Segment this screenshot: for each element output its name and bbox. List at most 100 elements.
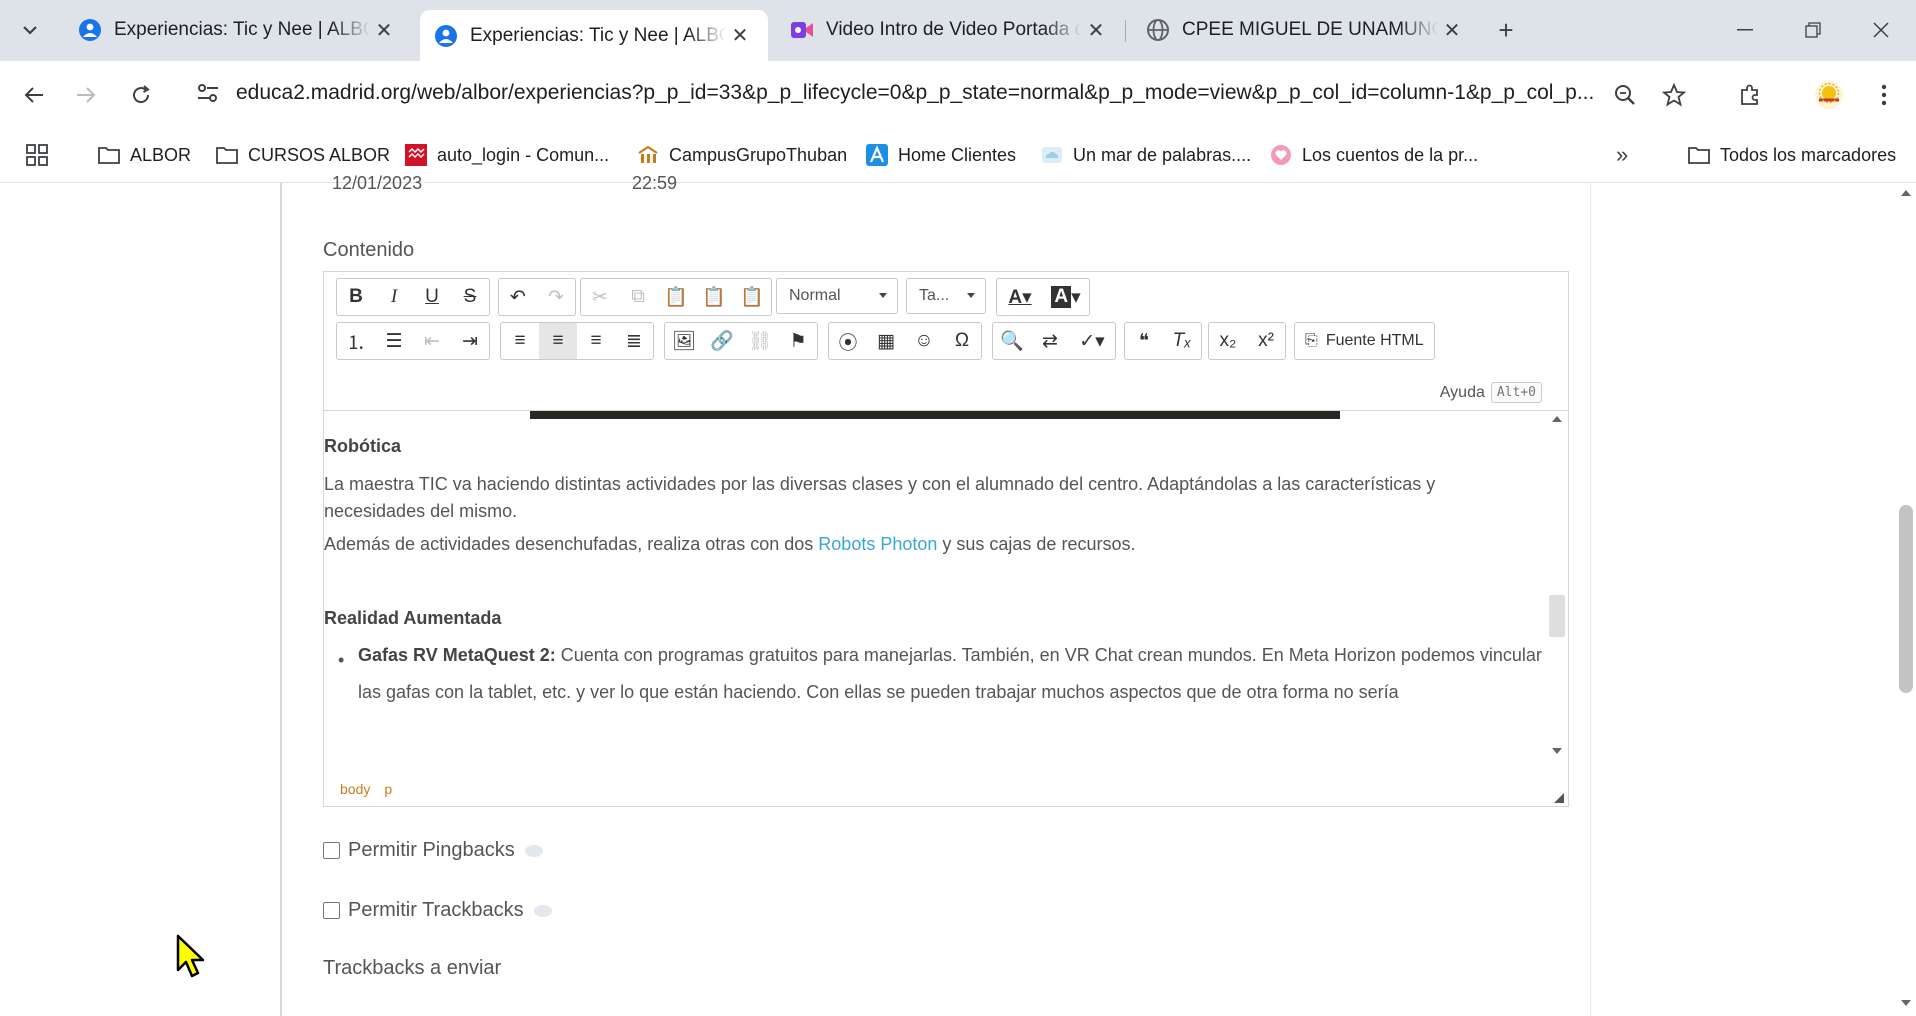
pingbacks-checkbox[interactable] (323, 842, 340, 859)
url-text[interactable]: educa2.madrid.org/web/albor/experiencias… (236, 81, 1616, 105)
special-char-omega-icon[interactable]: Ω (943, 323, 981, 359)
text-color-icon[interactable]: A▾ (997, 279, 1043, 315)
all-bookmarks-folder[interactable]: Todos los marcadores (1688, 139, 1896, 171)
redo-icon[interactable]: ↷ (537, 279, 575, 315)
folder-icon (1688, 144, 1710, 166)
minimize-icon[interactable] (1719, 10, 1771, 50)
path-body[interactable]: body (340, 781, 370, 797)
bookmark-un-mar-de-palabras[interactable]: Un mar de palabras.... (1041, 139, 1251, 171)
align-justify-icon[interactable]: ≣ (615, 323, 653, 359)
close-icon[interactable]: ✕ (1082, 16, 1110, 44)
resize-grip-icon[interactable] (1554, 793, 1564, 803)
tab-4[interactable]: CPEE MIGUEL DE UNAMUNO – ✕ (1132, 10, 1480, 50)
editor-content-area[interactable]: Robótica La maestra TIC va haciendo dist… (324, 411, 1568, 767)
insert-group: 🖼 🔗 ⛓ ⚑ (664, 322, 818, 360)
close-icon[interactable]: ✕ (726, 22, 754, 50)
find-icon[interactable]: 🔍 (993, 323, 1031, 359)
paste-text-icon[interactable]: 📋 (695, 279, 733, 315)
bookmark-los-cuentos[interactable]: Los cuentos de la pr... (1270, 139, 1478, 171)
superscript-icon[interactable]: x² (1247, 323, 1285, 359)
reload-icon[interactable] (121, 75, 161, 115)
bulleted-list-icon[interactable]: ☰ (375, 323, 413, 359)
scroll-down-arrow-icon[interactable] (1552, 747, 1562, 755)
html-source-button[interactable]: ⎘ Fuente HTML (1294, 322, 1435, 360)
smiley-icon[interactable]: ☺ (905, 323, 943, 359)
window-close-icon[interactable] (1855, 10, 1907, 50)
globe-person-icon (79, 19, 101, 41)
search-group: 🔍 ⇄ ✓▾ (992, 322, 1116, 360)
bookmark-cursos-albor[interactable]: CURSOS ALBOR (216, 139, 390, 171)
bold-icon[interactable]: B (337, 279, 375, 315)
blockquote-icon[interactable]: ❝ (1125, 323, 1163, 359)
replace-icon[interactable]: ⇄ (1031, 323, 1069, 359)
tab-title: Experiencias: Tic y Nee | ALBOR (114, 19, 370, 40)
forward-arrow-icon[interactable] (66, 75, 106, 115)
bookmark-label: CampusGrupoThuban (669, 144, 848, 165)
align-left-icon[interactable]: ≡ (501, 323, 539, 359)
underline-icon[interactable]: U (413, 279, 451, 315)
format-dropdown[interactable]: Normal (776, 278, 898, 314)
close-icon[interactable]: ✕ (370, 16, 398, 44)
spellcheck-icon[interactable]: ✓▾ (1069, 323, 1115, 359)
tab-2-active[interactable]: Experiencias: Tic y Nee | ALBOR ✕ (420, 10, 768, 61)
bookmarks-overflow-chevron-icon[interactable]: » (1616, 139, 1628, 171)
new-tab-plus-icon[interactable]: + (1490, 14, 1522, 46)
robots-photon-link[interactable]: Robots Photon (818, 534, 937, 554)
align-right-icon[interactable]: ≡ (577, 323, 615, 359)
size-dropdown[interactable]: Ta... (906, 278, 986, 314)
bookmark-campus-grupo-thuban[interactable]: CampusGrupoThuban (637, 139, 847, 171)
paste-icon[interactable]: 📋 (657, 279, 695, 315)
help-bubble-icon[interactable] (524, 844, 543, 857)
bookmark-star-icon[interactable] (1654, 75, 1694, 115)
bookmark-auto-login[interactable]: auto_login - Comun... (405, 139, 609, 171)
copy-icon[interactable]: ⧉ (619, 279, 657, 315)
restore-icon[interactable] (1787, 10, 1839, 50)
background-color-icon[interactable]: A ▾ (1043, 279, 1089, 315)
unlink-icon[interactable]: ⛓ (741, 323, 779, 359)
site-info-tune-icon[interactable] (196, 82, 220, 109)
tab-3[interactable]: Video Intro de Video Portada d ✕ (776, 10, 1124, 50)
indent-icon[interactable]: ⇥ (451, 323, 489, 359)
zoom-icon[interactable] (1605, 75, 1645, 115)
tab-1[interactable]: Experiencias: Tic y Nee | ALBOR ✕ (64, 10, 412, 50)
subscript-icon[interactable]: x₂ (1209, 323, 1247, 359)
anchor-flag-icon[interactable]: ⚑ (779, 323, 817, 359)
browser-toolbar: educa2.madrid.org/web/albor/experiencias… (0, 61, 1916, 127)
pingbacks-label: Permitir Pingbacks (348, 839, 515, 861)
apps-grid-icon[interactable] (26, 139, 48, 171)
page-scrollbar[interactable] (1896, 183, 1916, 1016)
page-scroll-thumb[interactable] (1899, 505, 1913, 693)
kebab-menu-icon[interactable] (1864, 75, 1904, 115)
strikethrough-icon[interactable]: S (451, 279, 489, 315)
link-icon[interactable]: 🔗 (703, 323, 741, 359)
scroll-up-arrow-icon[interactable] (1901, 189, 1911, 197)
table-icon[interactable]: ▦ (867, 323, 905, 359)
italic-icon[interactable]: I (375, 279, 413, 315)
editor-scrollbar[interactable] (1548, 411, 1566, 767)
bookmark-albor[interactable]: ALBOR (98, 139, 191, 171)
address-bar[interactable]: educa2.madrid.org/web/albor/experiencias… (184, 69, 1704, 119)
editor-scroll-thumb[interactable] (1549, 595, 1565, 637)
extensions-puzzle-icon[interactable] (1730, 75, 1770, 115)
align-center-icon[interactable]: ≡ (539, 323, 577, 359)
scroll-down-arrow-icon[interactable] (1901, 999, 1911, 1007)
help-bubble-icon[interactable] (533, 904, 552, 917)
cut-icon[interactable]: ✂ (581, 279, 619, 315)
undo-icon[interactable]: ↶ (499, 279, 537, 315)
image-icon[interactable]: 🖼 (665, 323, 703, 359)
outdent-icon[interactable]: ⇤ (413, 323, 451, 359)
flash-icon[interactable]: ⦿ (829, 323, 867, 359)
scroll-up-arrow-icon[interactable] (1552, 415, 1562, 423)
bookmark-home-clientes[interactable]: Home Clientes (866, 139, 1016, 171)
path-p[interactable]: p (384, 781, 392, 797)
tab-search-chevron-icon[interactable] (14, 12, 46, 48)
close-icon[interactable]: ✕ (1438, 16, 1466, 44)
tab-title: Experiencias: Tic y Nee | ALBOR (470, 24, 726, 46)
numbered-list-icon[interactable]: ⒈ (337, 323, 375, 359)
bookmark-label: Un mar de palabras.... (1073, 144, 1252, 165)
remove-format-icon[interactable]: Tₓ (1163, 323, 1201, 359)
paste-word-icon[interactable]: 📋 (733, 279, 771, 315)
profile-avatar[interactable] (1809, 75, 1849, 115)
back-arrow-icon[interactable] (14, 75, 54, 115)
trackbacks-checkbox[interactable] (323, 902, 340, 919)
